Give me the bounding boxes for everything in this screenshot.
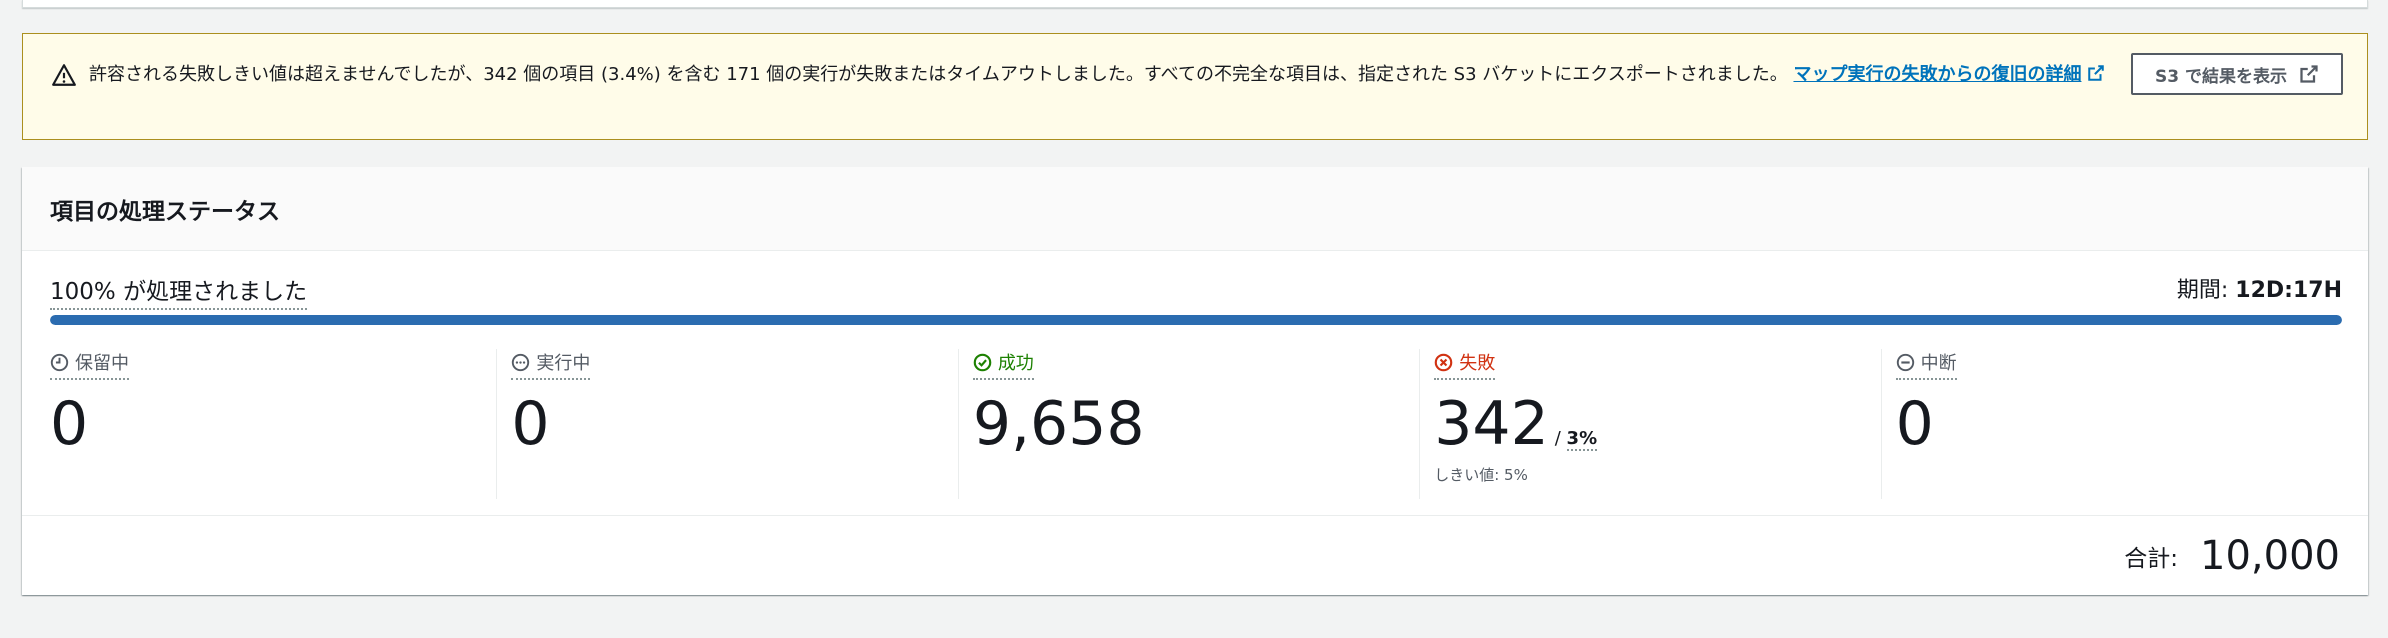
stat-failed-percent-value[interactable]: 3% xyxy=(1566,428,1598,451)
item-processing-status-panel: 項目の処理ステータス 100% が処理されました 期間: 12D:17H 保留中… xyxy=(22,167,2368,595)
stat-aborted: 中断 0 xyxy=(1882,349,2342,499)
total-value: 10,000 xyxy=(2200,532,2340,579)
warning-icon xyxy=(52,64,76,86)
stat-pending-value: 0 xyxy=(50,389,89,459)
view-results-button-label: S3 で結果を表示 xyxy=(2155,66,2287,87)
stopped-icon xyxy=(1896,353,1914,371)
external-link-icon[interactable] xyxy=(2087,64,2105,82)
external-link-icon xyxy=(2300,65,2318,83)
stat-aborted-label-text: 中断 xyxy=(1920,353,1957,374)
stat-failed-value: 342/ 3% xyxy=(1434,394,1880,454)
panel-footer: 合計: 10,000 xyxy=(22,515,2368,595)
alert-message-text: 許容される失敗しきい値は超えませんでしたが、342 個の項目 (3.4%) を含… xyxy=(89,64,1788,85)
stat-running: 実行中 0 xyxy=(497,349,959,499)
stat-succeeded: 成功 9,658 xyxy=(959,349,1421,499)
stat-succeeded-value: 9,658 xyxy=(972,389,1145,459)
view-results-in-s3-button[interactable]: S3 で結果を表示 xyxy=(2131,53,2343,95)
clock-icon xyxy=(50,353,69,371)
stat-failed-count: 342 xyxy=(1434,389,1549,459)
panel-title: 項目の処理ステータス xyxy=(22,167,2368,251)
progress-row: 100% が処理されました 期間: 12D:17H xyxy=(50,272,2342,312)
recovery-docs-link[interactable]: マップ実行の失敗からの復旧の詳細 xyxy=(1793,64,2081,85)
progress-label[interactable]: 100% が処理されました xyxy=(50,272,308,310)
stat-pending-label[interactable]: 保留中 xyxy=(50,349,129,380)
stat-running-label[interactable]: 実行中 xyxy=(511,349,591,380)
stat-failed: 失敗 342/ 3% しきい値: 5% xyxy=(1420,349,1882,499)
previous-panel-edge xyxy=(22,0,2368,8)
stat-pending: 保留中 0 xyxy=(50,349,498,499)
stat-succeeded-label[interactable]: 成功 xyxy=(972,349,1034,380)
duration: 期間: 12D:17H xyxy=(2177,272,2342,304)
stat-running-value: 0 xyxy=(511,389,550,459)
stat-failed-percent: / 3% xyxy=(1554,428,1598,451)
stat-succeeded-label-text: 成功 xyxy=(997,353,1034,374)
stat-failed-label[interactable]: 失敗 xyxy=(1434,349,1496,380)
progress-bar-fill xyxy=(50,315,2342,325)
status-stats: 保留中 0 実行中 0 成功 9,658 失敗 342/ 3% しきい値: 5% xyxy=(50,349,2342,499)
in-progress-icon xyxy=(512,353,530,371)
total-label: 合計: xyxy=(2124,545,2179,572)
failure-threshold: しきい値: 5% xyxy=(1434,466,1528,484)
duration-value: 12D:17H xyxy=(2235,278,2342,303)
recovery-docs-link-text: マップ実行の失敗からの復旧の詳細 xyxy=(1793,64,2082,85)
stat-aborted-value: 0 xyxy=(1895,389,1934,459)
alert-message: 許容される失敗しきい値は超えませんでしたが、342 個の項目 (3.4%) を含… xyxy=(89,60,2119,90)
stat-running-label-text: 実行中 xyxy=(536,353,591,374)
error-circle-icon xyxy=(1434,353,1453,371)
stat-pending-label-text: 保留中 xyxy=(75,353,129,374)
warning-alert: 許容される失敗しきい値は超えませんでしたが、342 個の項目 (3.4%) を含… xyxy=(22,33,2368,140)
duration-label: 期間: xyxy=(2176,278,2236,303)
stat-failed-percent-separator: / xyxy=(1554,428,1567,449)
stat-aborted-label[interactable]: 中断 xyxy=(1895,349,1957,380)
progress-bar xyxy=(50,315,2342,325)
check-circle-icon xyxy=(973,353,992,371)
stat-failed-label-text: 失敗 xyxy=(1459,353,1496,374)
